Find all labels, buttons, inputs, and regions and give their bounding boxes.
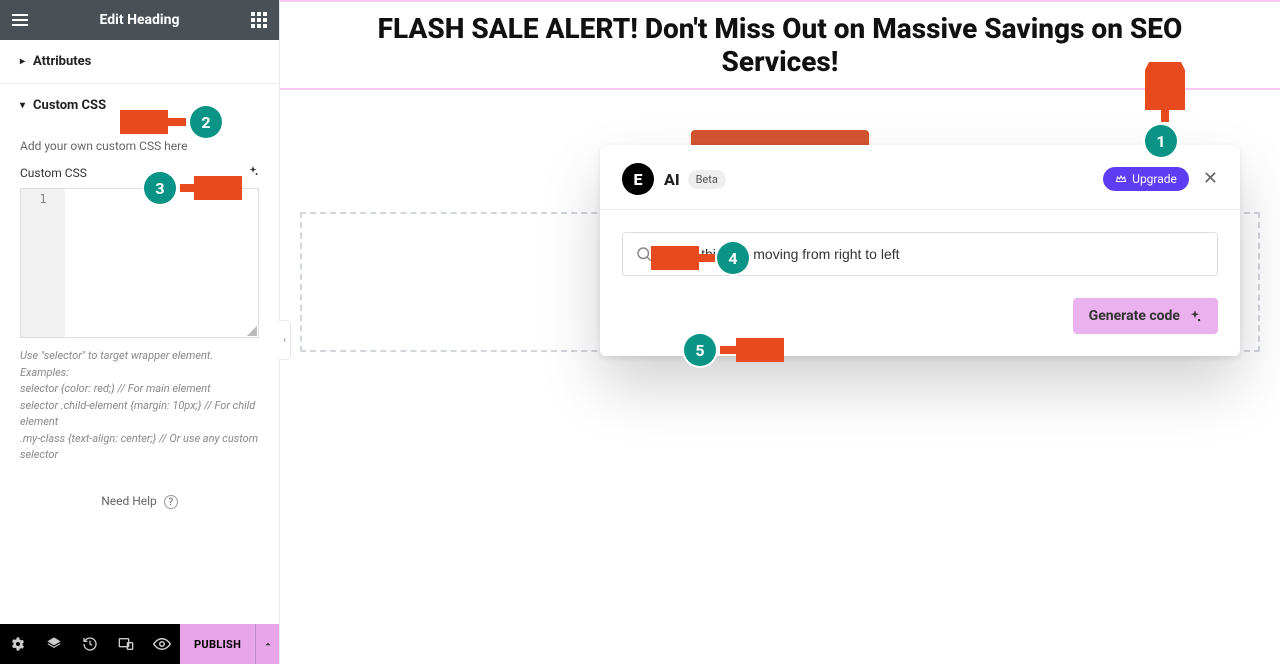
section-label: Attributes: [33, 54, 91, 69]
panel-header: Edit Heading: [0, 0, 279, 40]
annotation-badge-1: 1: [1145, 125, 1177, 157]
sparkle-icon: [1188, 309, 1202, 323]
ai-sparkle-icon[interactable]: [247, 165, 259, 180]
ai-modal: E AI Beta Upgrade ✕ Generate code: [600, 145, 1240, 356]
search-icon: [635, 245, 653, 263]
custom-css-editor[interactable]: 1: [20, 188, 259, 338]
annotation-badge-4: 4: [717, 242, 749, 274]
panel-footer: PUBLISH: [0, 624, 279, 664]
ai-prompt-field[interactable]: [622, 232, 1218, 276]
close-icon[interactable]: ✕: [1203, 170, 1218, 188]
settings-icon[interactable]: [0, 624, 36, 664]
css-help-text: Use "selector" to target wrapper element…: [20, 348, 259, 464]
annotation-badge-2: 2: [190, 106, 222, 138]
annotation-badge-5: 5: [684, 334, 716, 366]
history-icon[interactable]: [72, 624, 108, 664]
layers-icon[interactable]: [36, 624, 72, 664]
apps-grid-icon[interactable]: [249, 10, 269, 30]
custom-css-intro: Add your own custom CSS here: [20, 139, 259, 153]
elementor-logo-icon: E: [622, 163, 654, 195]
custom-css-label: Custom CSS: [20, 166, 87, 180]
help-icon: ?: [164, 495, 178, 509]
preview-icon[interactable]: [144, 624, 180, 664]
beta-badge: Beta: [688, 170, 726, 189]
publish-options-button[interactable]: [255, 624, 279, 664]
upgrade-button[interactable]: Upgrade: [1103, 167, 1189, 191]
editor-gutter: 1: [21, 189, 65, 337]
publish-button[interactable]: PUBLISH: [180, 624, 255, 664]
generate-code-button[interactable]: Generate code: [1073, 298, 1218, 334]
section-custom-css[interactable]: ▾ Custom CSS: [0, 84, 279, 127]
editor-panel: Edit Heading ▸ Attributes ▾ Custom CSS A…: [0, 0, 280, 664]
section-label: Custom CSS: [33, 98, 106, 113]
need-help-link[interactable]: Need Help ?: [20, 464, 259, 519]
preview-canvas: FLASH SALE ALERT! Don't Miss Out on Mass…: [280, 0, 1280, 664]
editor-code-area[interactable]: [65, 189, 258, 337]
ai-modal-title: AI: [664, 170, 680, 189]
page-heading: FLASH SALE ALERT! Don't Miss Out on Mass…: [320, 12, 1240, 78]
panel-body: ▸ Attributes ▾ Custom CSS Add your own c…: [0, 40, 279, 624]
annotation-badge-3: 3: [144, 172, 176, 204]
resize-handle-icon[interactable]: [247, 326, 257, 336]
chevron-down-icon: ▾: [20, 100, 25, 111]
chevron-right-icon: ▸: [20, 56, 25, 67]
custom-css-content: Add your own custom CSS here Custom CSS …: [0, 127, 279, 539]
menu-icon[interactable]: [10, 10, 30, 30]
crown-icon: [1115, 173, 1127, 185]
section-attributes[interactable]: ▸ Attributes: [0, 40, 279, 84]
panel-title: Edit Heading: [30, 12, 249, 28]
responsive-icon[interactable]: [108, 624, 144, 664]
heading-widget[interactable]: FLASH SALE ALERT! Don't Miss Out on Mass…: [280, 2, 1280, 90]
